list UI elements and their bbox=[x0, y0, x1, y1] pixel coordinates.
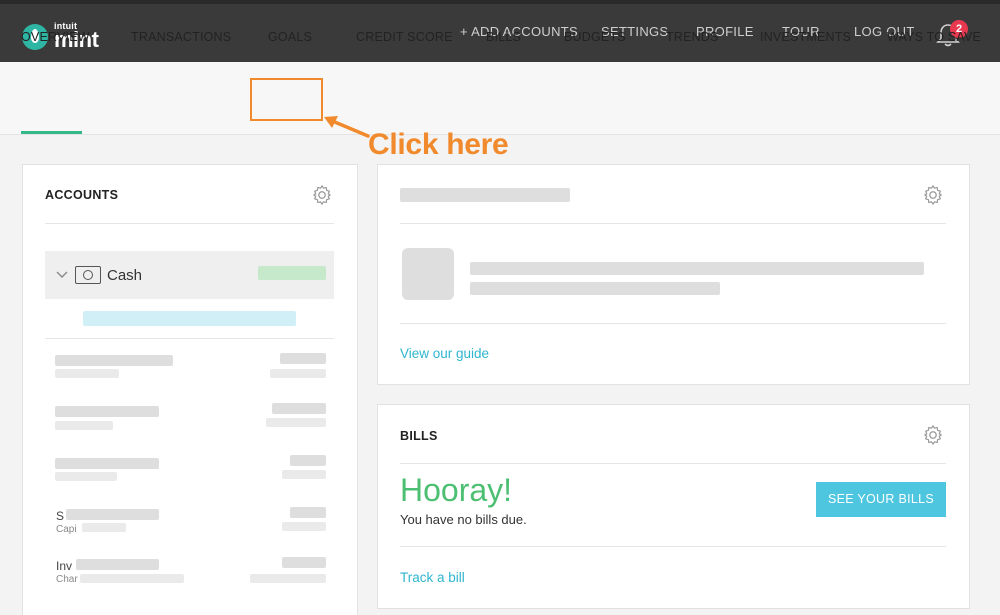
account-date-redacted bbox=[266, 418, 326, 427]
tab-investments[interactable]: INVESTMENTS bbox=[760, 30, 851, 44]
account-balance-redacted bbox=[290, 455, 326, 466]
accounts-card bbox=[22, 164, 358, 615]
account-date-redacted bbox=[270, 369, 326, 378]
tab-transactions[interactable]: TRANSACTIONS bbox=[131, 30, 231, 44]
account-date-redacted bbox=[250, 574, 326, 583]
main-nav bbox=[0, 62, 1000, 135]
bills-headline: Hooray! bbox=[400, 472, 513, 508]
account-balance-redacted bbox=[272, 403, 326, 414]
cash-label: Cash bbox=[107, 267, 143, 284]
gear-icon[interactable] bbox=[311, 184, 333, 206]
tab-credit-score[interactable]: CREDIT SCORE bbox=[356, 30, 453, 44]
account-name-partial: S bbox=[56, 509, 65, 523]
guide-text-redacted bbox=[470, 262, 924, 275]
account-balance-redacted bbox=[290, 507, 326, 518]
accounts-title: ACCOUNTS bbox=[45, 188, 119, 202]
guide-text-redacted bbox=[470, 282, 720, 295]
guide-bottom-divider bbox=[400, 323, 946, 324]
account-sub-redacted bbox=[55, 421, 113, 430]
account-name-partial: Inv bbox=[56, 559, 73, 573]
account-sub-redacted bbox=[55, 369, 119, 378]
cash-icon bbox=[75, 266, 101, 284]
cash-balance-redacted bbox=[258, 266, 326, 280]
cash-link-redacted bbox=[83, 311, 296, 326]
account-sub-partial: Capi bbox=[56, 524, 77, 535]
account-date-redacted bbox=[282, 522, 326, 531]
guide-divider bbox=[400, 223, 946, 224]
chevron-down-icon[interactable] bbox=[56, 270, 68, 280]
bills-message: You have no bills due. bbox=[400, 512, 527, 527]
account-sub-redacted bbox=[80, 574, 184, 583]
bills-divider bbox=[400, 463, 946, 464]
see-your-bills-button[interactable]: SEE YOUR BILLS bbox=[816, 482, 946, 517]
bills-bottom-divider bbox=[400, 546, 946, 547]
gear-icon[interactable] bbox=[922, 184, 944, 206]
account-sub-redacted bbox=[55, 472, 117, 481]
tab-ways-to-save[interactable]: WAYS TO SAVE bbox=[887, 30, 981, 44]
tab-budgets[interactable]: BUDGETS bbox=[564, 30, 626, 44]
account-name-redacted bbox=[55, 355, 173, 366]
active-tab-indicator bbox=[21, 131, 82, 134]
tab-trends[interactable]: TRENDS bbox=[666, 30, 719, 44]
tab-bills[interactable]: BILLS bbox=[486, 30, 521, 44]
accounts-list-divider bbox=[45, 338, 334, 339]
goals-highlight-box bbox=[250, 78, 323, 121]
tab-overview[interactable]: OVERVIEW bbox=[21, 30, 90, 44]
guide-image-redacted bbox=[402, 248, 454, 300]
account-sub-partial: Char bbox=[56, 574, 78, 585]
accounts-divider bbox=[45, 223, 334, 224]
gear-icon[interactable] bbox=[922, 424, 944, 446]
guide-title-redacted bbox=[400, 188, 570, 202]
tab-goals[interactable]: GOALS bbox=[268, 30, 312, 44]
account-name-redacted bbox=[66, 509, 159, 520]
account-name-redacted bbox=[55, 458, 159, 469]
account-name-redacted bbox=[55, 406, 159, 417]
account-name-redacted bbox=[76, 559, 159, 570]
account-balance-redacted bbox=[282, 557, 326, 568]
account-date-redacted bbox=[282, 470, 326, 479]
click-here-annotation: Click here bbox=[368, 128, 509, 161]
view-guide-link[interactable]: View our guide bbox=[400, 346, 489, 361]
arrow-icon bbox=[324, 116, 370, 138]
account-sub-redacted bbox=[82, 523, 126, 532]
account-balance-redacted bbox=[280, 353, 326, 364]
bills-title: BILLS bbox=[400, 429, 438, 443]
track-bill-link[interactable]: Track a bill bbox=[400, 570, 465, 585]
